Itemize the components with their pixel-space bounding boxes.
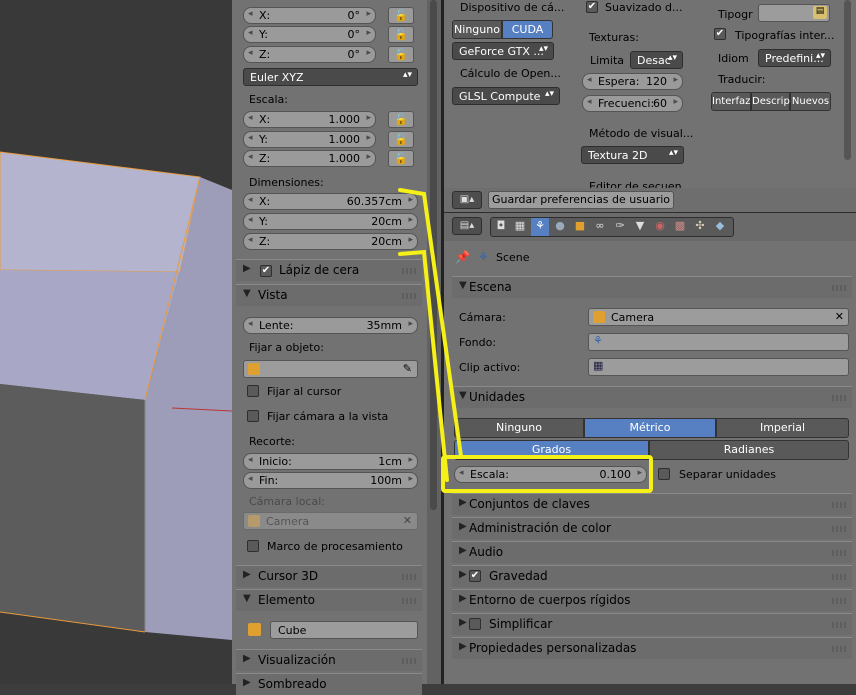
highlight-annotation [398, 188, 463, 482]
unit-scale-highlight-box [441, 455, 653, 493]
highlight-connector-line [398, 249, 449, 482]
